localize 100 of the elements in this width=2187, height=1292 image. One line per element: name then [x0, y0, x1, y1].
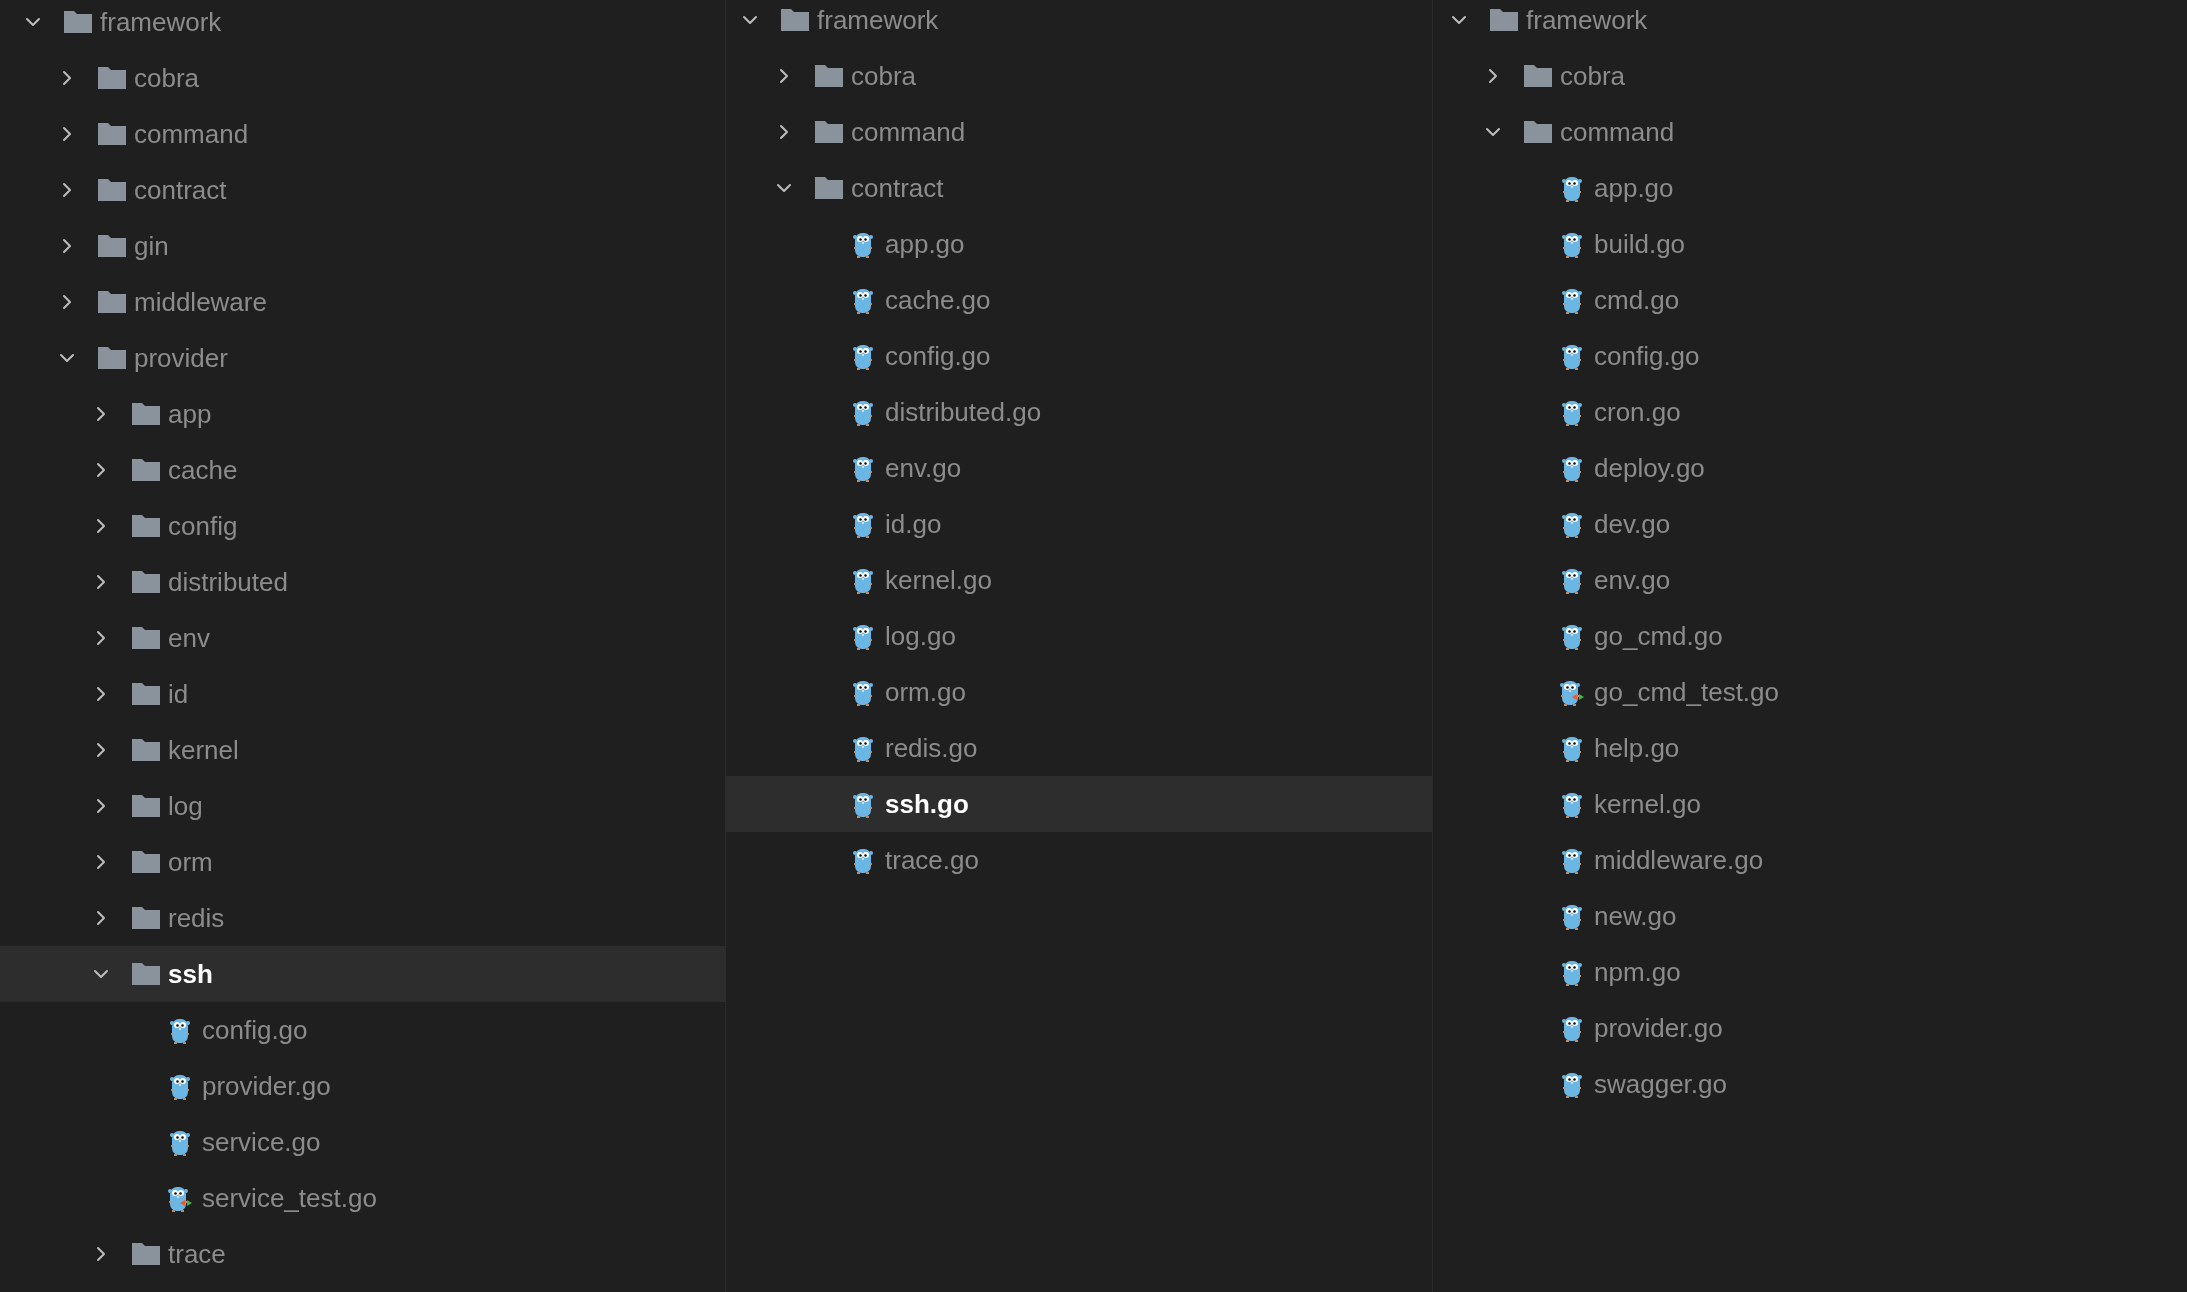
gopher-icon	[1561, 958, 1583, 986]
file-name[interactable]: build.go	[1594, 228, 1686, 260]
folder-icon	[132, 963, 160, 985]
folder-icon	[132, 459, 160, 481]
folder-icon	[132, 1243, 160, 1265]
gopher-icon	[1561, 846, 1583, 874]
gopher-icon	[852, 678, 874, 706]
folder-icon	[1490, 9, 1518, 31]
file-name[interactable]: provider.go	[1594, 1012, 1723, 1044]
file-name[interactable]: swagger.go	[1594, 1068, 1727, 1100]
file-name[interactable]: service.go	[202, 1126, 321, 1158]
gopher-icon	[852, 790, 874, 818]
file-name[interactable]: ssh.go	[885, 788, 969, 820]
file-name[interactable]: help.go	[1594, 732, 1680, 764]
folder-icon	[98, 291, 126, 313]
folder-name[interactable]: log	[168, 790, 203, 822]
folder-icon	[98, 123, 126, 145]
folder-icon	[132, 795, 160, 817]
folder-name[interactable]: redis	[168, 902, 225, 934]
file-name[interactable]: new.go	[1594, 900, 1677, 932]
folder-name[interactable]: framework	[1526, 4, 1648, 36]
folder-name[interactable]: gin	[134, 230, 169, 262]
gopher-icon	[1561, 454, 1583, 482]
folder-icon	[815, 65, 843, 87]
folder-icon	[132, 403, 160, 425]
folder-icon	[132, 515, 160, 537]
file-name[interactable]: env.go	[885, 452, 962, 484]
file-name[interactable]: trace.go	[885, 844, 979, 876]
folder-icon	[1524, 65, 1552, 87]
folder-icon	[98, 347, 126, 369]
file-name[interactable]: app.go	[1594, 172, 1674, 204]
folder-icon	[132, 571, 160, 593]
gopher-icon	[169, 1128, 191, 1156]
gopher-icon	[1561, 342, 1583, 370]
folder-icon	[98, 179, 126, 201]
file-name[interactable]: dev.go	[1594, 508, 1671, 540]
file-name[interactable]: cmd.go	[1594, 284, 1680, 316]
gopher-icon	[852, 846, 874, 874]
file-name[interactable]: cache.go	[885, 284, 991, 316]
folder-name[interactable]: provider	[134, 342, 228, 374]
gopher-icon	[852, 734, 874, 762]
folder-name[interactable]: command	[851, 116, 966, 148]
folder-icon	[132, 851, 160, 873]
folder-name[interactable]: command	[1560, 116, 1675, 148]
file-name[interactable]: middleware.go	[1594, 844, 1764, 876]
folder-name[interactable]: framework	[100, 6, 222, 38]
gopher-icon	[852, 566, 874, 594]
folder-name[interactable]: app	[168, 398, 212, 430]
folder-name[interactable]: ssh	[168, 958, 213, 990]
gopher-test-icon	[1559, 678, 1585, 706]
folder-name[interactable]: cobra	[134, 62, 200, 94]
gopher-icon	[169, 1016, 191, 1044]
gopher-icon	[852, 286, 874, 314]
gopher-icon	[1561, 398, 1583, 426]
file-name[interactable]: service_test.go	[202, 1182, 377, 1214]
file-name[interactable]: npm.go	[1594, 956, 1681, 988]
file-name[interactable]: distributed.go	[885, 396, 1042, 428]
file-name[interactable]: log.go	[885, 620, 956, 652]
gopher-test-icon	[167, 1184, 193, 1212]
folder-name[interactable]: framework	[817, 4, 939, 36]
gopher-icon	[1561, 734, 1583, 762]
folder-name[interactable]: command	[134, 118, 249, 150]
folder-name[interactable]: env	[168, 622, 210, 654]
folder-name[interactable]: id	[168, 678, 189, 710]
folder-name[interactable]: cobra	[1560, 60, 1626, 92]
file-name[interactable]: provider.go	[202, 1070, 331, 1102]
folder-icon	[98, 67, 126, 89]
gopher-icon	[852, 398, 874, 426]
folder-icon	[815, 121, 843, 143]
file-name[interactable]: go_cmd_test.go	[1594, 676, 1779, 708]
selected-tree-row[interactable]: ssh	[0, 946, 725, 1002]
file-name[interactable]: config.go	[885, 340, 991, 372]
file-name[interactable]: deploy.go	[1594, 452, 1705, 484]
file-name[interactable]: redis.go	[885, 732, 978, 764]
folder-name[interactable]: config	[168, 510, 238, 542]
folder-name[interactable]: contract	[134, 174, 227, 206]
file-name[interactable]: config.go	[202, 1014, 308, 1046]
file-name[interactable]: kernel.go	[885, 564, 992, 596]
gopher-icon	[852, 230, 874, 258]
folder-icon	[781, 9, 809, 31]
folder-name[interactable]: cobra	[851, 60, 917, 92]
folder-name[interactable]: cache	[168, 454, 238, 486]
file-name[interactable]: config.go	[1594, 340, 1700, 372]
folder-name[interactable]: middleware	[134, 286, 267, 318]
file-name[interactable]: app.go	[885, 228, 965, 260]
folder-name[interactable]: kernel	[168, 734, 239, 766]
folder-name[interactable]: orm	[168, 846, 213, 878]
folder-name[interactable]: trace	[168, 1238, 226, 1270]
gopher-icon	[852, 510, 874, 538]
gopher-icon	[1561, 1014, 1583, 1042]
selected-tree-row[interactable]: ssh.go	[726, 776, 1432, 832]
file-name[interactable]: env.go	[1594, 564, 1671, 596]
folder-name[interactable]: distributed	[168, 566, 288, 598]
file-name[interactable]: go_cmd.go	[1594, 620, 1723, 652]
folder-name[interactable]: contract	[851, 172, 944, 204]
file-name[interactable]: cron.go	[1594, 396, 1681, 428]
file-name[interactable]: orm.go	[885, 676, 966, 708]
file-name[interactable]: kernel.go	[1594, 788, 1701, 820]
folder-icon	[132, 739, 160, 761]
file-name[interactable]: id.go	[885, 508, 942, 540]
